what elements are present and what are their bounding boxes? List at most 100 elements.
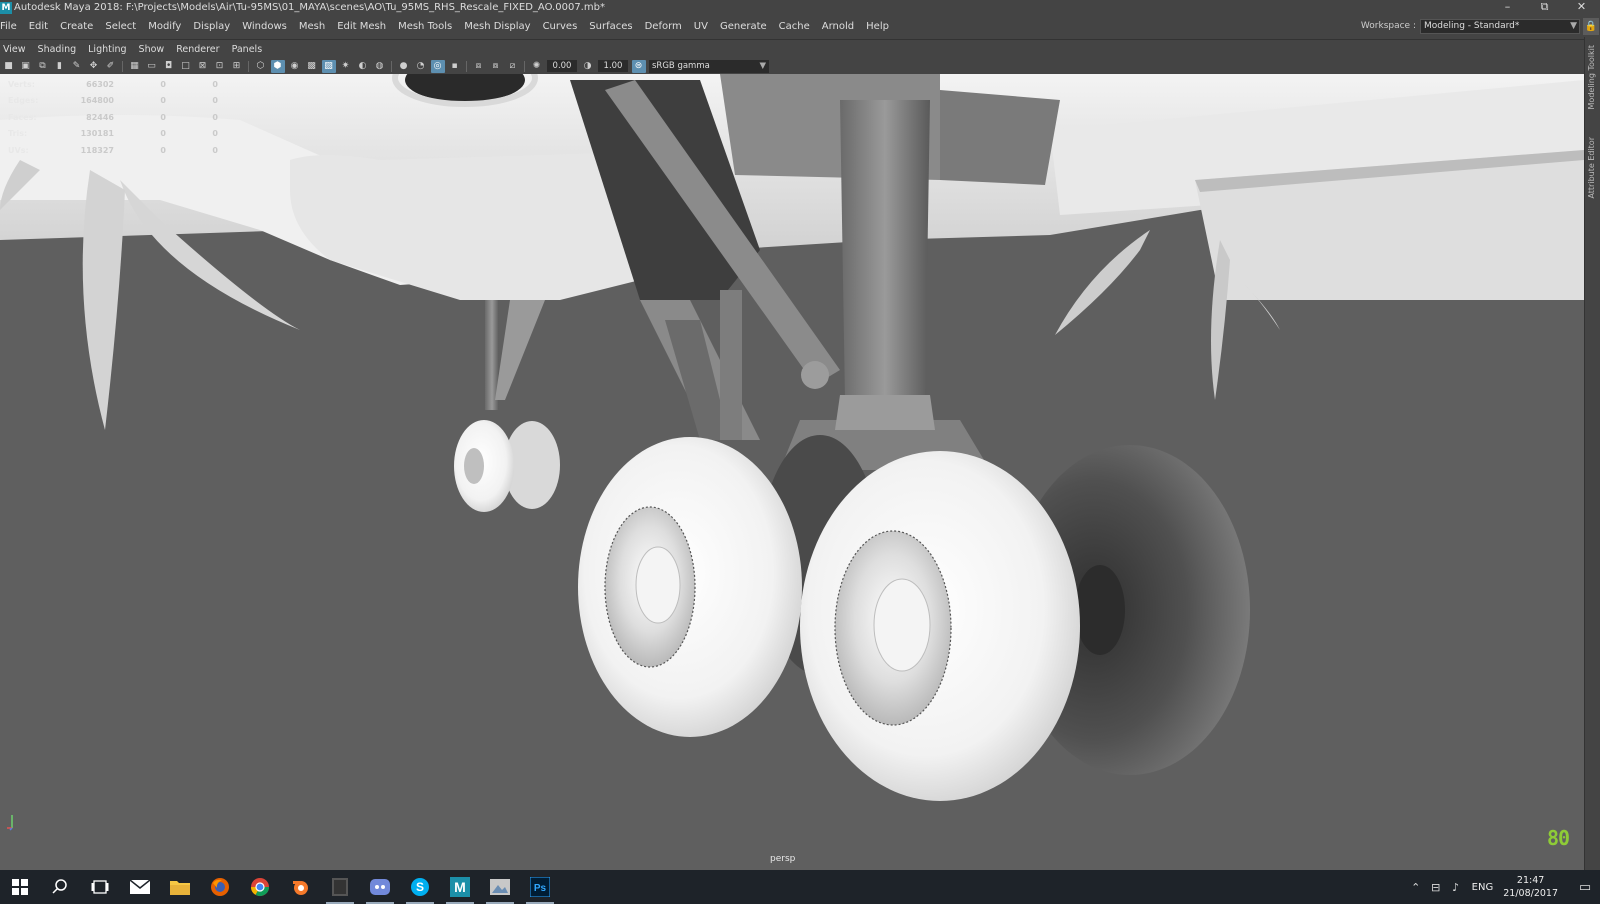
notification-icon[interactable]: ▭ xyxy=(1570,880,1600,895)
dark-app[interactable] xyxy=(320,870,360,904)
tab-attribute-editor[interactable]: Attribute Editor xyxy=(1587,137,1599,199)
bookmark-icon[interactable]: ⧉ xyxy=(36,60,50,73)
network-icon[interactable]: ⊟ xyxy=(1426,881,1446,894)
menu-select[interactable]: Select xyxy=(99,21,142,32)
panel-menu-renderer[interactable]: Renderer xyxy=(170,44,225,55)
windows-logo-icon xyxy=(12,879,28,895)
menu-mesh-tools[interactable]: Mesh Tools xyxy=(392,21,458,32)
task-view-icon xyxy=(91,880,109,894)
anti-aliasing-icon[interactable]: ◔ xyxy=(414,60,428,73)
hud-label: Faces: xyxy=(8,112,37,122)
wireframe-icon[interactable]: ⬡ xyxy=(254,60,268,73)
menu-cache[interactable]: Cache xyxy=(773,21,816,32)
film-gate-icon[interactable]: ▭ xyxy=(145,60,159,73)
menu-uv[interactable]: UV xyxy=(688,21,714,32)
pencil-icon[interactable]: ✐ xyxy=(104,60,118,73)
safe-title-icon[interactable]: ⊞ xyxy=(230,60,244,73)
motion-blur-icon[interactable]: ● xyxy=(397,60,411,73)
search-button[interactable] xyxy=(40,870,80,904)
blender-app[interactable] xyxy=(280,870,320,904)
mail-app[interactable] xyxy=(120,870,160,904)
image-plane-icon[interactable]: ▮ xyxy=(53,60,67,73)
hud-selected-uv: 0 xyxy=(212,96,218,106)
hud-value: 66302 xyxy=(86,79,114,89)
color-management-icon[interactable]: ⊜ xyxy=(631,59,646,73)
field-chart-icon[interactable]: ⊠ xyxy=(196,60,210,73)
chrome-app[interactable] xyxy=(240,870,280,904)
screen-space-ao-icon[interactable]: ◍ xyxy=(373,60,387,73)
menu-mesh[interactable]: Mesh xyxy=(293,21,331,32)
menu-display[interactable]: Display xyxy=(187,21,236,32)
menu-edit[interactable]: Edit xyxy=(23,21,54,32)
depth-of-field-icon[interactable]: ◎ xyxy=(430,59,445,73)
grid-icon[interactable]: ▦ xyxy=(128,60,142,73)
panel-menu-shading[interactable]: Shading xyxy=(32,44,83,55)
menu-windows[interactable]: Windows xyxy=(236,21,293,32)
menu-file[interactable]: File xyxy=(0,21,23,32)
viewport-3d[interactable]: Verts: 66302 0 0 Edges: 164800 0 0 Faces… xyxy=(0,74,1584,870)
xray-joints-icon[interactable]: ⧇ xyxy=(489,60,503,73)
maya-app[interactable]: M xyxy=(440,870,480,904)
language-indicator[interactable]: ENG xyxy=(1472,882,1494,893)
lock-icon[interactable]: 🔒 xyxy=(1583,18,1599,35)
menu-mesh-display[interactable]: Mesh Display xyxy=(458,21,536,32)
minimize-button[interactable]: – xyxy=(1489,0,1526,15)
file-explorer-app[interactable] xyxy=(160,870,200,904)
panel-menu-panels[interactable]: Panels xyxy=(226,44,269,55)
view-transform-dropdown[interactable]: sRGB gamma ▼ xyxy=(649,59,769,73)
workspace-dropdown[interactable]: Modeling - Standard* ▼ xyxy=(1420,18,1580,34)
two-d-pan-icon[interactable]: ✥ xyxy=(87,60,101,73)
start-button[interactable] xyxy=(0,870,40,904)
exposure-field[interactable]: 0.00 xyxy=(547,60,577,72)
shadows-icon[interactable]: ◐ xyxy=(356,60,370,73)
image-viewer-app[interactable] xyxy=(480,870,520,904)
clock[interactable]: 21:47 21/08/2017 xyxy=(1503,874,1558,900)
menu-curves[interactable]: Curves xyxy=(537,21,584,32)
safe-action-icon[interactable]: ⊡ xyxy=(213,60,227,73)
main-gear-oleo xyxy=(840,100,930,400)
discord-app[interactable] xyxy=(360,870,400,904)
menu-modify[interactable]: Modify xyxy=(142,21,187,32)
tab-modeling-toolkit[interactable]: Modeling Toolkit xyxy=(1587,45,1599,109)
textured-icon[interactable]: ▩ xyxy=(305,60,319,73)
restore-button[interactable]: ⧉ xyxy=(1526,0,1563,15)
backface-culling-icon[interactable]: ⧄ xyxy=(506,60,520,73)
volume-icon[interactable]: ♪ xyxy=(1446,881,1466,894)
gamma-field[interactable]: 1.00 xyxy=(598,60,628,72)
folder-icon xyxy=(170,881,190,895)
gamma-icon[interactable]: ◑ xyxy=(581,60,595,73)
rear-tire-hub xyxy=(1075,565,1125,655)
hud-selected: 0 xyxy=(160,79,166,89)
menu-generate[interactable]: Generate xyxy=(714,21,773,32)
maya-icon: M xyxy=(450,877,470,897)
gate-mask-icon[interactable]: □ xyxy=(179,60,193,73)
photoshop-app[interactable]: Ps xyxy=(520,870,560,904)
smooth-shade-icon[interactable]: ⬢ xyxy=(270,59,285,73)
isolate-select-icon[interactable]: ▪ xyxy=(448,60,462,73)
lights-icon[interactable]: ✷ xyxy=(339,60,353,73)
grease-pencil-icon[interactable]: ✎ xyxy=(70,60,84,73)
task-view-button[interactable] xyxy=(80,870,120,904)
menu-arnold[interactable]: Arnold xyxy=(816,21,860,32)
menu-edit-mesh[interactable]: Edit Mesh xyxy=(331,21,392,32)
chrome-icon xyxy=(251,878,269,897)
wireframe-on-shaded-icon[interactable]: ▨ xyxy=(321,59,336,73)
menu-create[interactable]: Create xyxy=(54,21,99,32)
menu-help[interactable]: Help xyxy=(860,21,895,32)
resolution-gate-icon[interactable]: ◘ xyxy=(162,60,176,73)
xray-icon[interactable]: ⧈ xyxy=(472,60,486,73)
firefox-app[interactable] xyxy=(200,870,240,904)
menu-deform[interactable]: Deform xyxy=(639,21,688,32)
camera-attributes-icon[interactable]: ▣ xyxy=(19,60,33,73)
panel-menu-view[interactable]: View xyxy=(0,44,32,55)
exposure-icon[interactable]: ✺ xyxy=(530,60,544,73)
camera-name-label: persp xyxy=(770,854,796,864)
camera-select-icon[interactable]: ■ xyxy=(2,60,16,73)
close-button[interactable]: ✕ xyxy=(1563,0,1600,15)
panel-menu-lighting[interactable]: Lighting xyxy=(82,44,132,55)
skype-app[interactable]: S xyxy=(400,870,440,904)
chevron-up-icon[interactable]: ⌃ xyxy=(1406,881,1426,894)
default-material-icon[interactable]: ◉ xyxy=(288,60,302,73)
panel-menu-show[interactable]: Show xyxy=(133,44,171,55)
menu-surfaces[interactable]: Surfaces xyxy=(583,21,638,32)
